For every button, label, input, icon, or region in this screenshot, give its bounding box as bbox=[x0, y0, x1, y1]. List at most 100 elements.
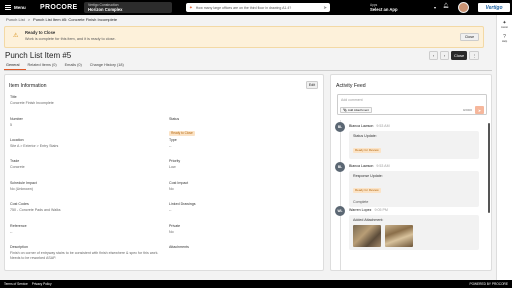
add-attachment-button[interactable]: 📎︎ Add Attachment bbox=[340, 107, 372, 113]
rail-help[interactable]: ? Help bbox=[497, 34, 512, 43]
edit-button[interactable]: Edit bbox=[306, 81, 318, 89]
assist-icon: ✦ bbox=[189, 4, 193, 10]
privacy-link[interactable]: Privacy Policy bbox=[32, 282, 52, 286]
banner-close-button[interactable]: Close bbox=[460, 33, 479, 41]
tab-change-history[interactable]: Change History (18) bbox=[88, 62, 130, 70]
assist-search-input[interactable]: ✦ How many large offices are on the thir… bbox=[186, 3, 330, 12]
feed-time: 9:53 AM bbox=[376, 124, 390, 128]
breadcrumb-current: Punch List Item #5: Concrete Finish Inco… bbox=[33, 17, 118, 22]
feed-text: Status Update: bbox=[353, 134, 377, 138]
breadcrumb: Punch List > Punch List Item #5: Concret… bbox=[6, 17, 117, 22]
breadcrumb-root[interactable]: Punch List bbox=[6, 17, 25, 22]
comment-input[interactable]: Add comment 📎︎ Add Attachment 0/2000 ➤ bbox=[337, 94, 487, 115]
attachment-thumbnail[interactable] bbox=[353, 225, 381, 247]
field-status: Status Ready to Close bbox=[169, 117, 195, 139]
tab-emails[interactable]: Emails (0) bbox=[63, 62, 88, 70]
field-label: Reference bbox=[10, 224, 27, 228]
tab-general[interactable]: General bbox=[4, 62, 26, 70]
user-avatar: BL bbox=[335, 162, 345, 172]
field-description: Description Finish on corner of entryway… bbox=[10, 245, 160, 261]
feed-text: Response Update: bbox=[353, 174, 383, 178]
feed-text: Added Attachment: bbox=[353, 218, 384, 222]
send-icon: ➤ bbox=[477, 107, 482, 113]
item-information-card: Item Information Edit Title Concrete Fin… bbox=[4, 74, 324, 271]
close-item-button[interactable]: Close bbox=[451, 51, 468, 60]
status-badge: Ready for Review bbox=[353, 187, 381, 193]
footer: Terms of Service Privacy Policy POWERED … bbox=[0, 280, 512, 288]
attachment-thumbnail[interactable] bbox=[385, 225, 413, 247]
user-avatar: BL bbox=[335, 122, 345, 132]
procore-logo[interactable]: PROCORE bbox=[40, 4, 82, 11]
status-badge: Ready for Review bbox=[353, 147, 381, 153]
activity-feed-list: BL Bianca Lawson 9:53 AM Status Update: R… bbox=[335, 120, 485, 270]
previous-item-button[interactable]: ‹ bbox=[429, 51, 438, 60]
rail-assist-label: Assist bbox=[501, 26, 508, 29]
field-label: Type bbox=[169, 138, 177, 142]
field-reference: Reference -- bbox=[10, 224, 27, 235]
feed-bubble: Added Attachment: bbox=[349, 215, 479, 250]
field-linked-drawings: Linked Drawings -- bbox=[169, 202, 196, 213]
bell-icon[interactable]: 🔔︎ bbox=[443, 3, 449, 9]
feed-time: 9:53 AM bbox=[376, 164, 390, 168]
field-label: Trade bbox=[10, 159, 20, 163]
field-label: Number bbox=[10, 117, 23, 121]
user-avatar: WL bbox=[335, 206, 345, 216]
feed-entry-header: Warren Lopez 9:05 PM bbox=[349, 208, 388, 212]
field-label: Schedule Impact bbox=[10, 181, 37, 185]
comment-placeholder: Add comment bbox=[341, 98, 363, 102]
warning-icon: ⚠ bbox=[13, 33, 19, 39]
ready-to-close-banner: ⚠ Ready to Close Work is complete for th… bbox=[4, 26, 484, 48]
character-count: 0/2000 bbox=[462, 108, 472, 112]
terms-link[interactable]: Terms of Service bbox=[4, 282, 28, 286]
send-comment-button[interactable]: ➤ bbox=[475, 106, 484, 114]
tab-related-items[interactable]: Related Items (0) bbox=[26, 62, 63, 70]
field-value: Concrete Finish Incomplete bbox=[10, 101, 54, 105]
field-value: -- bbox=[10, 230, 13, 234]
field-label: Attachments bbox=[169, 245, 189, 249]
attachment-thumbnails bbox=[353, 225, 475, 247]
project-name: Horizon Complex bbox=[88, 7, 123, 12]
field-label: Status bbox=[169, 117, 180, 121]
rail-assist[interactable]: ✦ Assist bbox=[497, 20, 512, 29]
user-avatar[interactable] bbox=[458, 2, 469, 13]
menu-label: Menu bbox=[14, 5, 26, 10]
field-title: Title Concrete Finish Incomplete bbox=[10, 95, 54, 106]
field-label: Linked Drawings bbox=[169, 202, 196, 206]
apps-selector[interactable]: Apps Select an App ▾ bbox=[370, 2, 440, 13]
feed-bubble: Status Update: Ready for Review bbox=[349, 131, 479, 159]
field-value: Low bbox=[169, 165, 176, 169]
activity-feed-card: Activity Feed Add comment 📎︎ Add Attachm… bbox=[330, 74, 492, 271]
more-options-button[interactable]: ⋮ bbox=[469, 51, 480, 60]
field-value: Finish on corner of entryway stairs to b… bbox=[10, 251, 159, 260]
field-label: Title bbox=[10, 95, 17, 99]
feed-bubble: Response Update: Ready for Review Comple… bbox=[349, 171, 479, 207]
hamburger-icon bbox=[5, 5, 11, 10]
top-navbar: Menu PROCORE Vertigo Construction Horizo… bbox=[0, 0, 512, 15]
field-type: Type -- bbox=[169, 138, 177, 149]
field-label: Description bbox=[10, 245, 28, 249]
rail-help-label: Help bbox=[501, 40, 508, 43]
field-value: 5 bbox=[10, 123, 12, 127]
breadcrumb-separator: > bbox=[27, 17, 31, 22]
feed-entry-header: Bianca Lawson 9:53 AM bbox=[349, 164, 390, 168]
project-selector[interactable]: Vertigo Construction Horizon Complex bbox=[84, 2, 172, 13]
field-label: Location bbox=[10, 138, 24, 142]
send-icon[interactable]: ➤ bbox=[323, 5, 327, 11]
field-cost-impact: Cost Impact No bbox=[169, 181, 188, 192]
feed-author: Bianca Lawson bbox=[349, 124, 374, 128]
feed-author: Bianca Lawson bbox=[349, 164, 374, 168]
activity-feed-heading: Activity Feed bbox=[336, 83, 366, 89]
menu-button[interactable]: Menu bbox=[0, 5, 40, 10]
paperclip-icon: 📎︎ bbox=[343, 108, 347, 112]
field-priority: Priority Low bbox=[169, 159, 180, 170]
next-item-button[interactable]: › bbox=[440, 51, 449, 60]
field-value: No bbox=[169, 230, 174, 234]
apps-value: Select an App bbox=[370, 7, 398, 12]
page-title: Punch List Item #5 bbox=[5, 51, 72, 60]
feed-scrollbar[interactable] bbox=[488, 123, 490, 213]
feed-author: Warren Lopez bbox=[349, 208, 372, 212]
field-value: No bbox=[169, 187, 174, 191]
field-label: Cost Codes bbox=[10, 202, 29, 206]
field-value: 750 - Concrete Pads and Walks bbox=[10, 208, 61, 212]
field-label: Priority bbox=[169, 159, 181, 163]
